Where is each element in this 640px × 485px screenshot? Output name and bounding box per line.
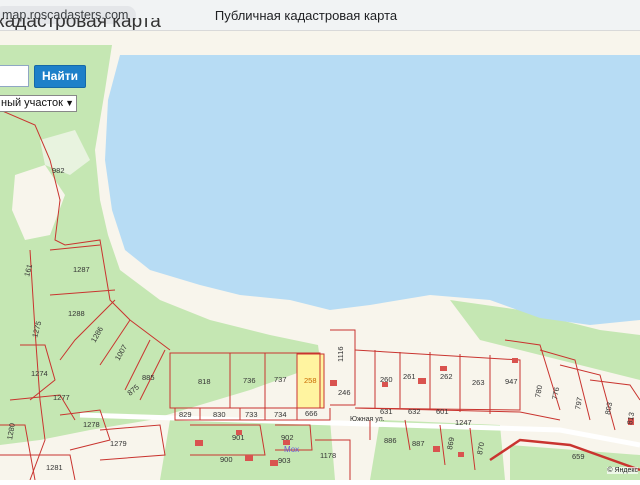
parcel-label: 734 [274, 410, 287, 419]
parcel-label: 666 [305, 409, 318, 418]
parcel-label: 262 [440, 372, 453, 381]
parcel-label: 829 [179, 410, 192, 419]
parcel-label: 1247 [455, 418, 472, 427]
object-type-select[interactable]: ный участок ▼ [0, 95, 77, 112]
parcel-label: 885 [142, 373, 155, 382]
parcel-label: 1274 [31, 369, 48, 378]
map-copyright: © Яндекс [607, 467, 638, 474]
parcel-label: 260 [380, 375, 393, 384]
cadastral-map[interactable]: 982 161 1287 1288 1286 1007 1274 1275 12… [0, 31, 640, 481]
parcel-label: 947 [505, 377, 518, 386]
parcel-label: 1116 [336, 346, 345, 362]
parcel-label: 736 [243, 376, 256, 385]
parcel-label: 903 [278, 456, 291, 465]
find-button[interactable]: Найти [34, 65, 86, 88]
search-input[interactable] [0, 65, 29, 87]
parcel-label: 631 [380, 407, 393, 416]
map-canvas[interactable]: 982 161 1287 1288 1286 1007 1274 1275 12… [0, 31, 640, 481]
parcel-label: 902 [281, 433, 294, 442]
parcel-label: 1178 [320, 451, 336, 460]
parcel-label: 1281 [46, 463, 63, 472]
object-type-select-value: ный участок [1, 97, 63, 109]
parcel-label: 1288 [68, 309, 85, 318]
parcel-label: 982 [52, 166, 65, 175]
page-heading: кадастровая карта [0, 18, 161, 30]
parcel-label: 887 [412, 439, 425, 448]
parcel-label: 246 [338, 388, 351, 397]
parcel-label: 1279 [110, 439, 127, 448]
parcel-label: 830 [213, 410, 226, 419]
parcel-label: 601 [436, 407, 449, 416]
parcel-label: 1278 [83, 420, 100, 429]
parcel-label: 737 [274, 375, 287, 384]
parcel-label: 818 [198, 377, 211, 386]
place-label: Мох [284, 445, 299, 454]
parcel-label-selected: 258 [304, 376, 317, 385]
parcel-label: 900 [220, 455, 233, 464]
parcel-label: 659 [572, 452, 585, 461]
parcel-label: 733 [245, 410, 258, 419]
parcel-label: 1287 [73, 265, 90, 274]
parcel-label: 886 [384, 436, 397, 445]
street-label: Южная ул. [350, 416, 385, 423]
parcel-label: 1277 [53, 393, 70, 402]
chevron-down-icon: ▼ [65, 98, 74, 108]
parcel-label: 261 [403, 372, 416, 381]
parcel-label: 901 [232, 433, 245, 442]
parcel-label: 263 [472, 378, 485, 387]
parcel-label: 632 [408, 407, 421, 416]
